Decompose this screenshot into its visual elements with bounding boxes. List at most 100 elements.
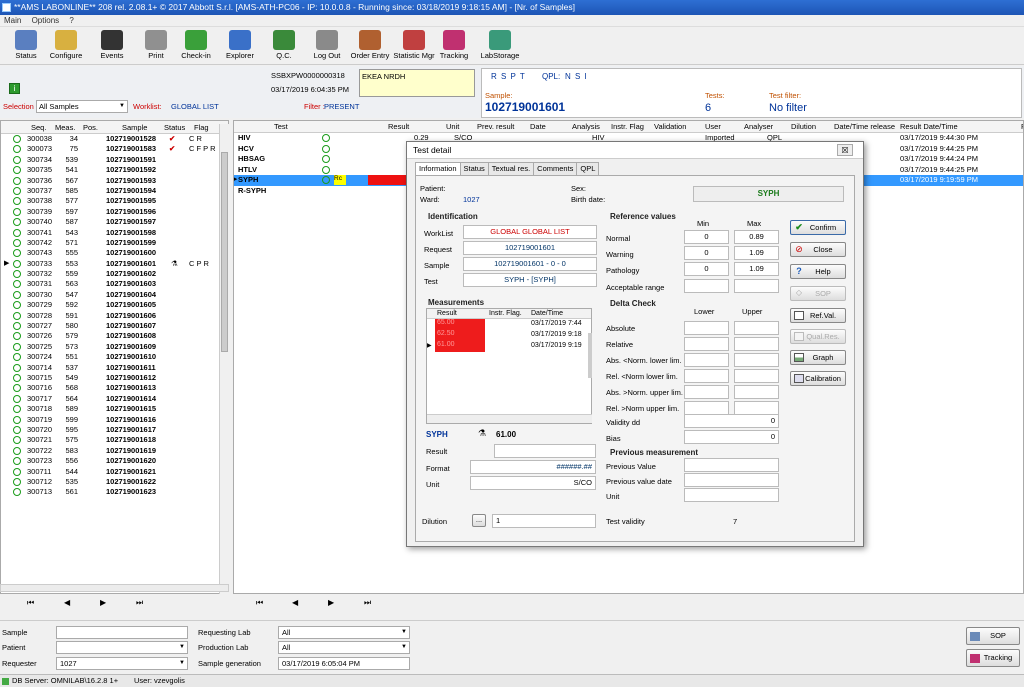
help-button[interactable]: ? Help	[790, 264, 846, 279]
toolbar-print-button[interactable]: Print	[138, 28, 174, 64]
table-row[interactable]: 300722 583 102719001619	[1, 446, 228, 456]
result-input[interactable]	[494, 444, 596, 458]
measurement-row[interactable]: 62.50 03/17/2019 9:18	[427, 330, 591, 341]
table-row[interactable]: 300719 599 102719001616	[1, 415, 228, 425]
col-unit[interactable]: Unit	[446, 122, 459, 131]
sample-list-scrollbar[interactable]	[219, 124, 229, 594]
normal-min[interactable]: 0	[684, 230, 729, 244]
warning-max[interactable]: 1.09	[734, 246, 779, 260]
delta-lower-field[interactable]	[684, 401, 729, 415]
tab-status[interactable]: Status	[459, 162, 489, 175]
table-row[interactable]: 300734 539 102719001591	[1, 155, 228, 165]
table-row[interactable]: 300712 535 102719001622	[1, 477, 228, 487]
toolbar-q-c--button[interactable]: Q.C.	[266, 28, 302, 64]
dilution-picker-button[interactable]: ...	[472, 514, 486, 527]
qual-res-button[interactable]: Qual.Res.	[790, 329, 846, 344]
menu-main[interactable]: Main	[0, 15, 25, 26]
tab-comments[interactable]: Comments	[533, 162, 578, 175]
first-page-button[interactable]: ⏮	[27, 598, 34, 608]
table-row[interactable]: 300736 567 102719001593	[1, 176, 228, 186]
table-row[interactable]: 300738 577 102719001595	[1, 196, 228, 206]
bias-field[interactable]: 0	[684, 430, 779, 444]
close-icon[interactable]: ☒	[837, 144, 853, 156]
tab-textual-res[interactable]: Textual res.	[487, 162, 535, 175]
dilution-field[interactable]: 1	[492, 514, 596, 528]
table-row[interactable]: 300725 573 102719001609	[1, 342, 228, 352]
toolbar-statistic-mgr-button[interactable]: Statistic Mgr	[392, 28, 436, 64]
col-validation[interactable]: Validation	[654, 122, 686, 131]
delta-upper-field[interactable]	[734, 353, 779, 367]
table-row[interactable]: 300718 589 102719001615	[1, 404, 228, 414]
table-row[interactable]: 300743 555 102719001600	[1, 248, 228, 258]
sample-search-input[interactable]	[56, 626, 188, 639]
table-row[interactable]: 300721 575 102719001618	[1, 435, 228, 445]
table-row[interactable]: 300715 549 102719001612	[1, 373, 228, 383]
sample-generation-field[interactable]: 03/17/2019 6:05:04 PM	[278, 657, 410, 670]
menu-options[interactable]: Options	[28, 15, 64, 26]
table-row[interactable]: 300737 585 102719001594	[1, 186, 228, 196]
toolbar-check-in-button[interactable]: Check-in	[178, 28, 214, 64]
warning-min[interactable]: 0	[684, 246, 729, 260]
acceptable-min[interactable]	[684, 279, 729, 293]
bottom-sop-button[interactable]: SOP	[966, 627, 1020, 645]
col-date[interactable]: Date	[530, 122, 546, 131]
toolbar-order-entry-button[interactable]: Order Entry	[348, 28, 392, 64]
pathology-min[interactable]: 0	[684, 262, 729, 276]
col-pos[interactable]: Pos.	[83, 123, 98, 132]
table-row[interactable]: 300742 571 102719001599	[1, 238, 228, 248]
delta-upper-field[interactable]	[734, 401, 779, 415]
toolbar-explorer-button[interactable]: Explorer	[222, 28, 258, 64]
normal-max[interactable]: 0.89	[734, 230, 779, 244]
measurements-vscroll[interactable]	[588, 333, 592, 378]
col-dilution[interactable]: Dilution	[791, 122, 816, 131]
table-row[interactable]: 300730 547 102719001604	[1, 290, 228, 300]
calibration-button[interactable]: Calibration	[790, 371, 846, 386]
col-analyser[interactable]: Analyser	[744, 122, 773, 131]
table-row[interactable]: 300732 559 102719001602	[1, 269, 228, 279]
measurement-row[interactable]: ▶ 61.00 03/17/2019 9:19	[427, 341, 591, 352]
delta-lower-field[interactable]	[684, 353, 729, 367]
tests-next-button[interactable]: ▶	[328, 598, 334, 607]
col-instr-flag[interactable]: Instr. Flag	[611, 122, 644, 131]
measurement-row[interactable]: 65.00 03/17/2019 7:44	[427, 319, 591, 330]
delta-lower-field[interactable]	[684, 369, 729, 383]
tab-information[interactable]: Information	[415, 162, 461, 175]
table-row[interactable]: 300731 563 102719001603	[1, 279, 228, 289]
col-date-time-release[interactable]: Date/Time release	[834, 122, 895, 131]
ref-val-button[interactable]: Ref.Val.	[790, 308, 846, 323]
col-prev-result[interactable]: Prev. result	[477, 122, 514, 131]
col-user[interactable]: User	[705, 122, 721, 131]
tests-prev-button[interactable]: ◀	[292, 598, 298, 607]
col-meas[interactable]: Meas.	[55, 123, 75, 132]
toolbar-events-button[interactable]: Events	[94, 28, 130, 64]
tests-first-button[interactable]: ⏮	[256, 598, 263, 608]
table-row[interactable]: 300739 597 102719001596	[1, 207, 228, 217]
graph-button[interactable]: Graph	[790, 350, 846, 365]
table-row[interactable]: 300727 580 102719001607	[1, 321, 228, 331]
bottom-tracking-button[interactable]: Tracking	[966, 649, 1020, 667]
table-row[interactable]: 300720 595 102719001617	[1, 425, 228, 435]
acceptable-max[interactable]	[734, 279, 779, 293]
table-row[interactable]: 300717 564 102719001614	[1, 394, 228, 404]
last-page-button[interactable]: ⏭	[136, 598, 143, 608]
delta-upper-field[interactable]	[734, 385, 779, 399]
measurements-hscroll[interactable]	[427, 414, 592, 423]
col-seq[interactable]: Seq.	[31, 123, 46, 132]
pathology-max[interactable]: 1.09	[734, 262, 779, 276]
table-row[interactable]: ▶ 300733 553 102719001601 ⚗ C P R	[1, 258, 228, 270]
table-row[interactable]: 300723 556 102719001620	[1, 456, 228, 466]
requester-dropdown[interactable]: 1027 ▼	[56, 657, 188, 670]
table-row[interactable]: 300038 34 102719001528 ✔ C R	[1, 134, 228, 144]
tab-qpl[interactable]: QPL	[576, 162, 600, 175]
table-row[interactable]: 300711 544 102719001621	[1, 467, 228, 477]
col-sample[interactable]: Sample	[122, 123, 147, 132]
selection-dropdown[interactable]: All Samples ▼	[36, 100, 128, 113]
table-row[interactable]: 300740 587 102719001597	[1, 217, 228, 227]
table-row[interactable]: 300735 541 102719001592	[1, 165, 228, 175]
toolbar-configure-button[interactable]: Configure	[48, 28, 84, 64]
info-icon[interactable]: i	[9, 83, 20, 94]
toolbar-labstorage-button[interactable]: LabStorage	[478, 28, 522, 64]
delta-upper-field[interactable]	[734, 369, 779, 383]
delta-upper-field[interactable]	[734, 321, 779, 335]
tests-last-button[interactable]: ⏭	[364, 598, 371, 608]
